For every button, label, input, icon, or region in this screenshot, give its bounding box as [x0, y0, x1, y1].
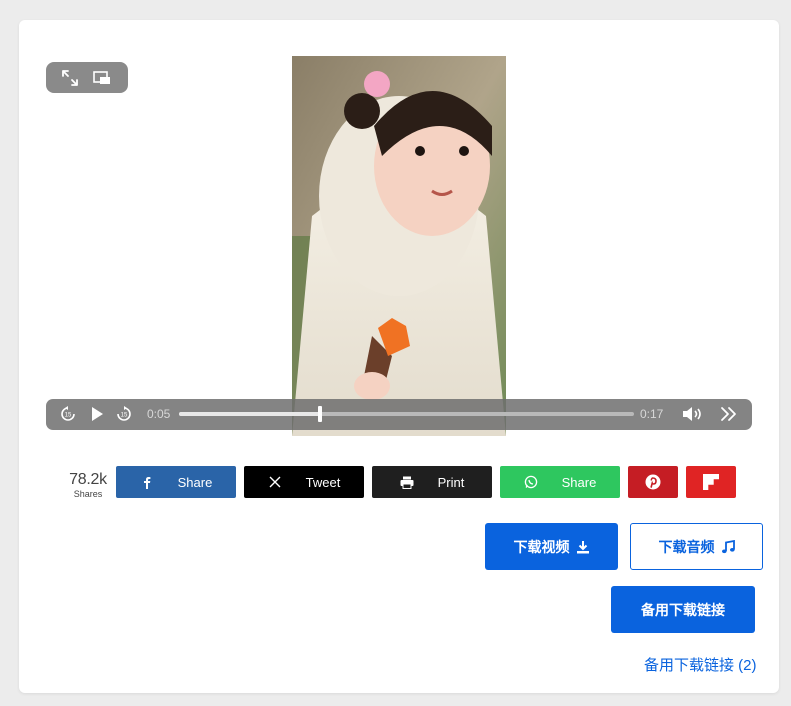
picture-in-picture-button[interactable] [92, 68, 112, 88]
volume-button[interactable] [680, 404, 706, 424]
top-overlay-controls [46, 62, 128, 93]
flipboard-icon [703, 474, 719, 490]
current-time: 0:05 [147, 407, 171, 421]
alternate-download-label: 备用下载链接 [641, 601, 725, 618]
print-button[interactable]: Print [372, 466, 492, 498]
flipboard-share-button[interactable] [686, 466, 736, 498]
svg-text:15: 15 [121, 413, 128, 419]
pinterest-share-button[interactable] [628, 466, 678, 498]
printer-icon [400, 475, 414, 489]
share-count-number: 78.2k [69, 471, 107, 488]
whatsapp-share-button[interactable]: Share [500, 466, 620, 498]
pinterest-icon [645, 474, 661, 490]
fast-forward-icon [721, 407, 736, 421]
whatsapp-share-label: Share [561, 474, 597, 490]
rewind-15-icon: 15 [61, 406, 75, 421]
progress-fill [179, 412, 321, 416]
progress-thumb[interactable] [318, 406, 323, 422]
forward-button[interactable]: 15 [115, 404, 133, 424]
x-icon [268, 475, 282, 489]
facebook-share-button[interactable]: Share [116, 466, 236, 498]
download-icon [576, 540, 590, 554]
alternate-download-button[interactable]: 备用下载链接 [611, 586, 755, 633]
download-audio-label: 下载音频 [658, 538, 715, 555]
download-audio-button[interactable]: 下载音频 [630, 523, 763, 570]
facebook-icon [140, 475, 154, 489]
picture-in-picture-icon [93, 70, 110, 84]
download-video-button[interactable]: 下载视频 [485, 523, 618, 570]
facebook-share-label: Share [177, 474, 213, 490]
speed-button[interactable] [718, 404, 740, 424]
forward-15-icon: 15 [117, 406, 131, 421]
rewind-button[interactable]: 15 [59, 404, 77, 424]
video-thumbnail [292, 56, 506, 436]
video-control-bar: 15 15 0:05 0:17 [46, 399, 752, 430]
music-note-icon [721, 539, 735, 554]
expand-arrows-icon [62, 69, 78, 86]
svg-text:15: 15 [65, 413, 72, 419]
whatsapp-icon [524, 475, 538, 489]
play-button[interactable] [88, 404, 106, 424]
volume-icon [683, 407, 701, 421]
duration: 0:17 [640, 407, 664, 421]
share-count: 78.2k Shares [63, 471, 113, 499]
fullscreen-button[interactable] [60, 68, 80, 88]
video-frame[interactable] [292, 56, 506, 436]
alternate-download-link-2[interactable]: 备用下载链接 (2) [644, 654, 757, 675]
x-tweet-button[interactable]: Tweet [244, 466, 364, 498]
play-icon [92, 407, 103, 421]
download-video-label: 下载视频 [513, 538, 570, 555]
print-label: Print [437, 474, 465, 490]
progress-bar[interactable] [179, 406, 634, 422]
share-count-label: Shares [73, 489, 103, 499]
x-tweet-label: Tweet [305, 474, 341, 490]
